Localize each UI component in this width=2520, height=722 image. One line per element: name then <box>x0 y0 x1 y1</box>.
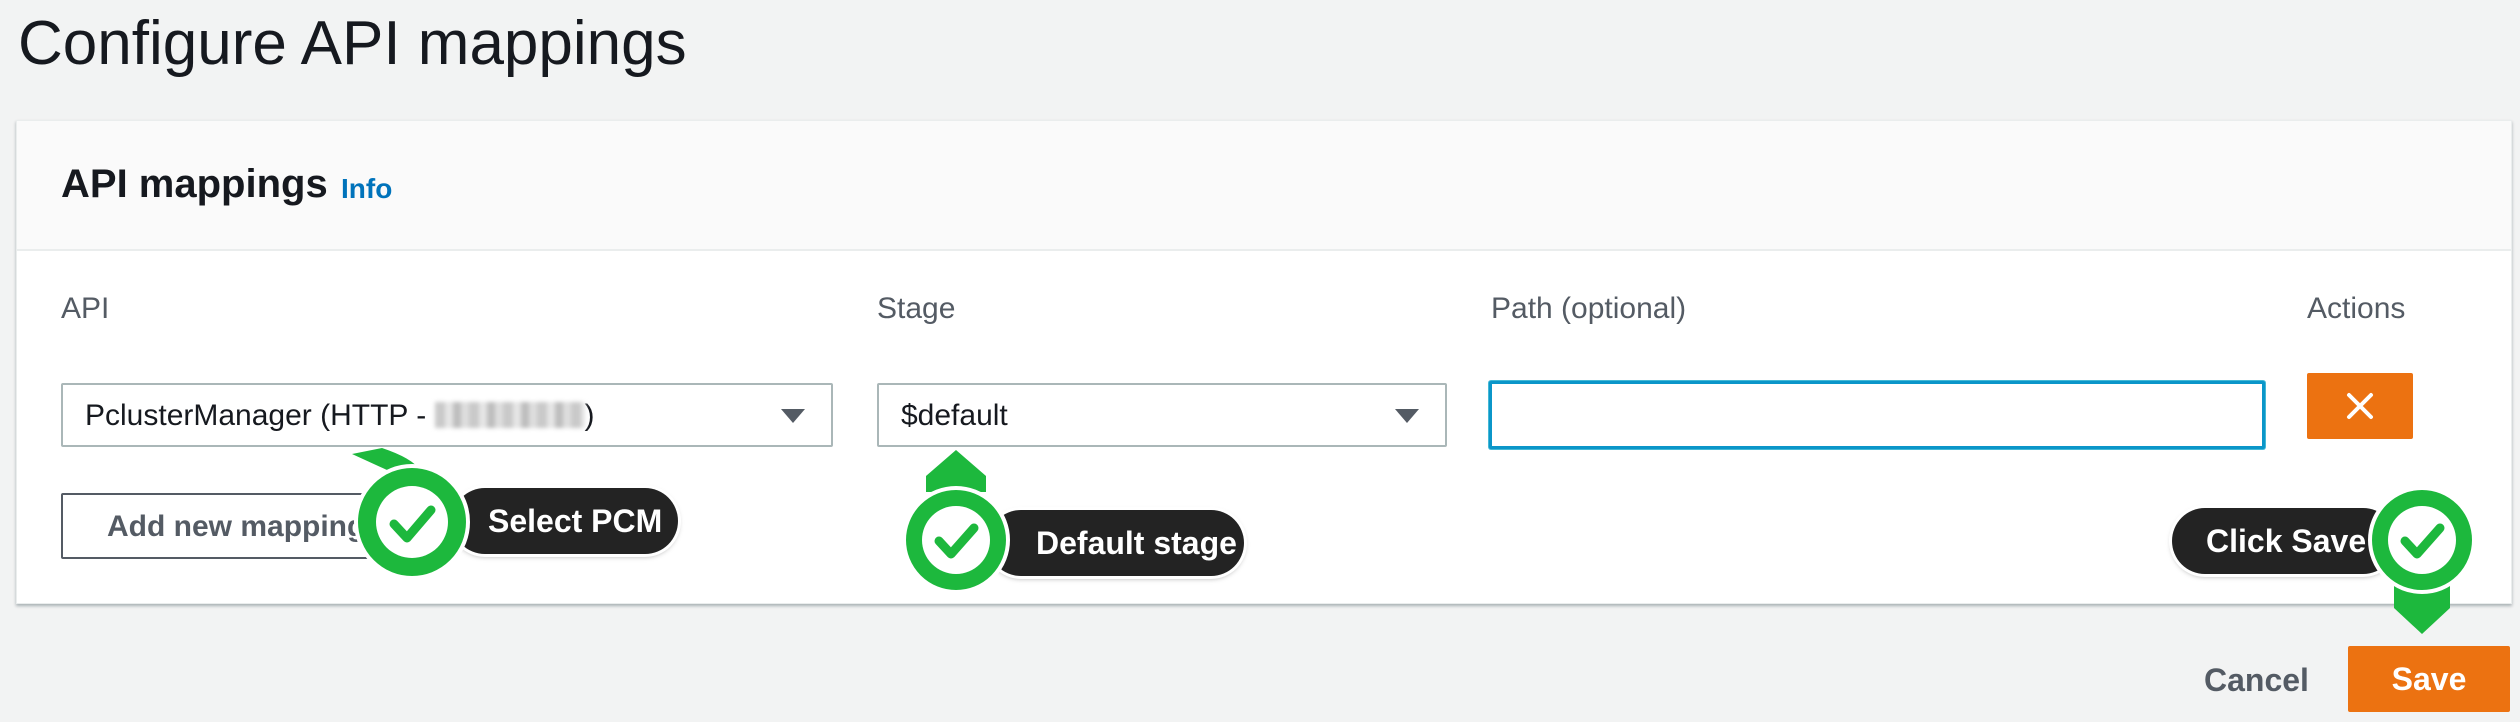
check-circle-icon <box>352 448 470 580</box>
column-label-api: API <box>61 292 110 325</box>
path-input[interactable] <box>1489 381 2265 449</box>
panel-header: API mappings Info <box>17 121 2511 251</box>
api-select[interactable]: PclusterManager (HTTP - ) <box>61 383 833 447</box>
panel-title: API mappings <box>61 162 328 206</box>
annotation-default-stage-label: Default stage <box>988 510 1244 576</box>
api-select-value: PclusterManager (HTTP - ) <box>85 397 595 435</box>
column-label-stage: Stage <box>877 292 956 325</box>
add-new-mapping-label: Add new mapping <box>107 510 366 543</box>
stage-select[interactable]: $default <box>877 383 1447 447</box>
caret-down-icon <box>1395 409 1419 423</box>
check-circle-icon <box>902 450 1010 594</box>
remove-mapping-button[interactable] <box>2307 373 2413 439</box>
cancel-button[interactable]: Cancel <box>2204 662 2309 698</box>
stage-select-value: $default <box>901 399 1008 432</box>
check-circle-icon <box>2368 486 2476 634</box>
redacted-api-id <box>434 402 585 428</box>
configure-api-mappings-page: Configure API mappings API mappings Info… <box>0 0 2520 722</box>
api-select-value-prefix: PclusterManager (HTTP - <box>85 399 435 432</box>
close-icon <box>2347 393 2373 419</box>
annotation-select-pcm-label: Select PCM <box>452 488 678 554</box>
annotation-click-save-label: Click Save <box>2172 508 2396 574</box>
page-title: Configure API mappings <box>18 9 687 78</box>
column-label-actions: Actions <box>2307 292 2406 325</box>
save-button[interactable]: Save <box>2348 646 2510 712</box>
info-link[interactable]: Info <box>341 173 392 205</box>
api-select-value-suffix: ) <box>584 399 595 432</box>
caret-down-icon <box>781 409 805 423</box>
column-label-path: Path (optional) <box>1491 292 1687 325</box>
